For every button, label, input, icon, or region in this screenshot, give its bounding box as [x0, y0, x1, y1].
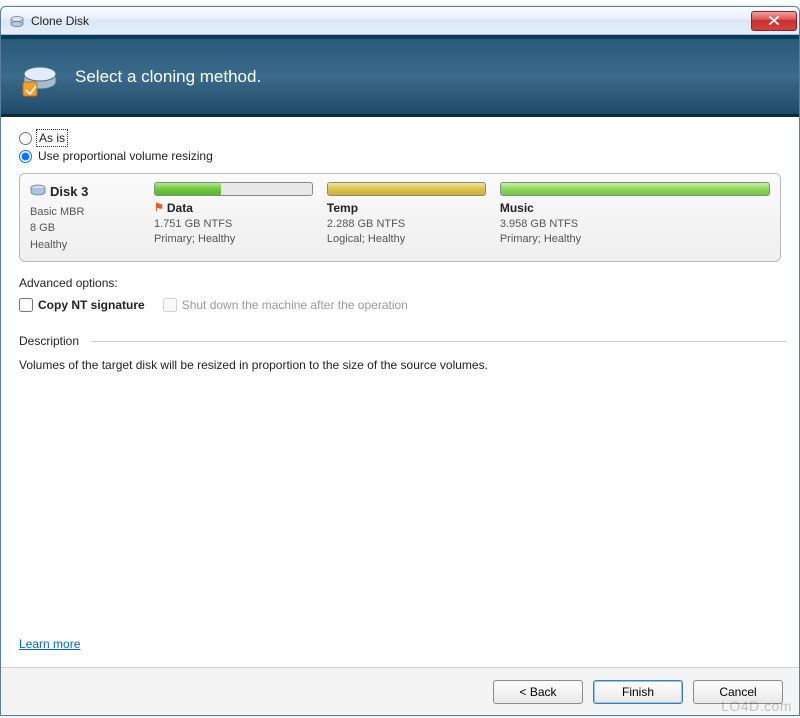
radio-proportional-label: Use proportional volume resizing	[38, 149, 213, 163]
header-title: Select a cloning method.	[75, 67, 261, 87]
volume-status: Primary; Healthy	[500, 232, 770, 247]
radio-proportional-row[interactable]: Use proportional volume resizing	[19, 149, 781, 163]
finish-button[interactable]: Finish	[593, 680, 683, 704]
disk-info: Disk 3 Basic MBR 8 GB Healthy	[26, 180, 144, 255]
volume-music[interactable]: Music 3.958 GB NTFS Primary; Healthy	[496, 180, 774, 255]
header-banner: Select a cloning method.	[1, 35, 799, 117]
checkbox-copy-nt-label: Copy NT signature	[38, 298, 145, 312]
learn-more-link[interactable]: Learn more	[19, 637, 80, 651]
description-text: Volumes of the target disk will be resiz…	[19, 358, 781, 372]
volume-name: Temp	[327, 200, 358, 217]
flag-icon: ⚑	[154, 201, 164, 216]
volume-bar	[154, 182, 313, 196]
disk-type: Basic MBR	[30, 204, 140, 221]
checkbox-row: Copy NT signature Shut down the machine …	[19, 298, 781, 312]
button-bar: < Back Finish Cancel	[1, 667, 799, 715]
volume-size: 1.751 GB NTFS	[154, 217, 313, 232]
volume-status: Primary; Healthy	[154, 232, 313, 247]
description-header: Description	[19, 334, 781, 348]
disk-name: Disk 3	[50, 182, 88, 202]
app-icon	[9, 13, 25, 29]
volume-temp[interactable]: Temp 2.288 GB NTFS Logical; Healthy	[323, 180, 490, 255]
volume-size: 2.288 GB NTFS	[327, 217, 486, 232]
radio-as-is-row[interactable]: As is	[19, 131, 781, 145]
volume-bar	[327, 182, 486, 196]
cancel-button[interactable]: Cancel	[693, 680, 783, 704]
advanced-options-label: Advanced options:	[19, 276, 781, 290]
disk-icon	[30, 182, 46, 202]
content-area: As is Use proportional volume resizing D…	[1, 117, 799, 372]
description-section: Description Volumes of the target disk w…	[19, 334, 781, 372]
volume-name-row: Music	[500, 200, 770, 217]
checkbox-shutdown-label: Shut down the machine after the operatio…	[182, 298, 408, 312]
window-title: Clone Disk	[31, 14, 751, 28]
checkbox-shutdown	[163, 298, 177, 312]
disk-name-row: Disk 3	[30, 182, 140, 202]
radio-as-is[interactable]	[19, 132, 32, 145]
dialog-window: Clone Disk Select a cloning method. As i…	[0, 6, 800, 716]
close-button[interactable]	[751, 11, 797, 31]
radio-as-is-label: As is	[38, 131, 66, 145]
volume-status: Logical; Healthy	[327, 232, 486, 247]
volume-data[interactable]: ⚑ Data 1.751 GB NTFS Primary; Healthy	[150, 180, 317, 255]
volume-name-row: ⚑ Data	[154, 200, 313, 217]
volume-size: 3.958 GB NTFS	[500, 217, 770, 232]
back-button[interactable]: < Back	[493, 680, 583, 704]
checkbox-shutdown-row: Shut down the machine after the operatio…	[163, 298, 408, 312]
disk-panel: Disk 3 Basic MBR 8 GB Healthy ⚑ Data 1.7…	[19, 173, 781, 262]
disk-status: Healthy	[30, 237, 140, 254]
volume-name: Music	[500, 200, 534, 217]
volume-bar	[500, 182, 770, 196]
checkbox-copy-nt-row[interactable]: Copy NT signature	[19, 298, 145, 312]
titlebar: Clone Disk	[1, 7, 799, 35]
volume-name-row: Temp	[327, 200, 486, 217]
checkbox-copy-nt[interactable]	[19, 298, 33, 312]
disk-size: 8 GB	[30, 220, 140, 237]
volume-name: Data	[167, 200, 193, 217]
radio-proportional[interactable]	[19, 150, 32, 163]
disk-clone-icon	[19, 56, 61, 98]
